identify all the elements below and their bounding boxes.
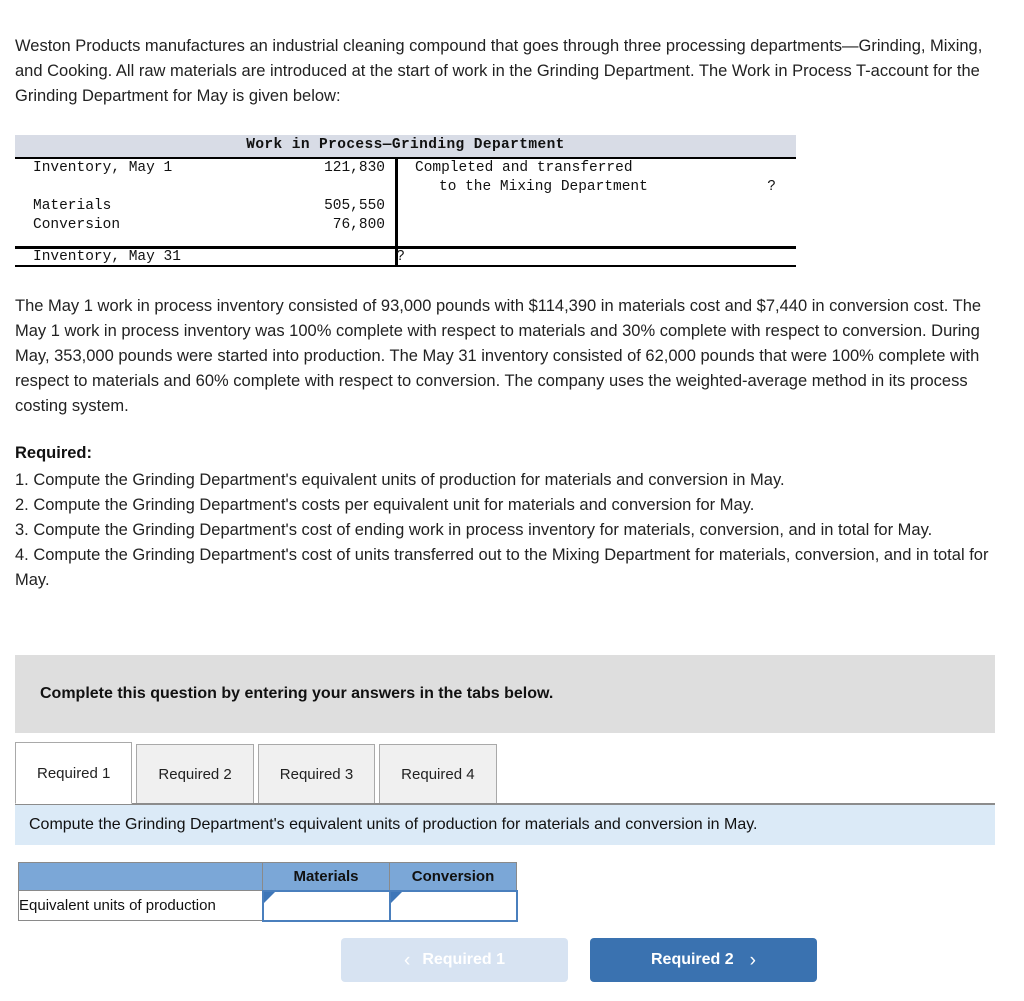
materials-input-cell[interactable]: [261, 889, 391, 922]
next-required-button[interactable]: Required 2 ›: [590, 938, 817, 982]
conversion-input-cell[interactable]: [388, 889, 518, 922]
tab-label: Required 1: [37, 764, 111, 782]
chevron-left-icon: ‹: [403, 949, 411, 971]
t-account-body: Inventory, May 1 121,830 Materials 505,5…: [15, 159, 796, 249]
column-header-conversion: Conversion: [389, 862, 517, 891]
complete-question-banner: Complete this question by entering your …: [15, 655, 995, 733]
requirement-tabs: Required 1 Required 2 Required 3 Require…: [15, 741, 995, 804]
row-amount: 505,550: [324, 198, 385, 214]
cell-marker-icon: [390, 891, 402, 903]
prev-required-button[interactable]: ‹ Required 1: [341, 938, 568, 982]
table-row: Inventory, May 31 ?: [15, 248, 796, 267]
next-button-label: Required 2: [650, 951, 734, 968]
list-item: 3. Compute the Grinding Department's cos…: [15, 521, 933, 539]
cell-marker-icon: [263, 891, 275, 903]
column-header-blank: [18, 862, 263, 891]
row-label: Completed and transferred: [415, 160, 633, 176]
table-row: Completed and transferred: [397, 159, 796, 178]
tab-required-4[interactable]: Required 4: [379, 744, 497, 804]
t-account-debit-side: Inventory, May 1 121,830 Materials 505,5…: [15, 159, 395, 246]
table-row: Equivalent units of production: [18, 889, 518, 922]
table-row: [15, 178, 395, 197]
list-item: 2. Compute the Grinding Department's cos…: [15, 496, 755, 514]
tab-label: Required 2: [158, 765, 232, 783]
row-label: Conversion: [33, 217, 121, 233]
table-row: to the Mixing Department ?: [397, 178, 796, 197]
facts-paragraph: The May 1 work in process inventory cons…: [15, 296, 982, 415]
list-item: 1. Compute the Grinding Department's equ…: [15, 471, 785, 489]
row-amount: 76,800: [332, 217, 385, 233]
table-row: Conversion 76,800: [15, 216, 395, 235]
row-amount: ?: [396, 249, 405, 265]
row-label-equivalent-units: Equivalent units of production: [18, 890, 263, 921]
work-in-process-t-account: Work in Process—Grinding Department Inve…: [15, 135, 796, 267]
complete-question-text: Complete this question by entering your …: [40, 685, 554, 702]
question-page: Weston Products manufactures an industri…: [0, 0, 1024, 1001]
table-header-row: Materials Conversion: [18, 862, 517, 891]
row-label: to the Mixing Department: [439, 179, 648, 195]
answer-table: Materials Conversion Equivalent units of…: [18, 862, 518, 922]
tab-label: Required 4: [401, 765, 475, 783]
tab-label: Required 3: [279, 765, 354, 783]
intro-paragraph: Weston Products manufactures an industri…: [15, 36, 983, 105]
navigation-buttons: ‹ Required 1 Required 2 ›: [341, 938, 817, 982]
tab-required-1[interactable]: Required 1: [15, 742, 133, 804]
column-header-materials: Materials: [262, 862, 390, 891]
tab-required-3[interactable]: Required 3: [257, 744, 376, 804]
row-amount: 121,830: [324, 160, 385, 176]
row-label: Materials: [33, 198, 112, 214]
t-account-title: Work in Process—Grinding Department: [15, 135, 796, 159]
table-row: Materials 505,550: [15, 197, 395, 216]
row-label: Inventory, May 31: [33, 249, 181, 265]
list-item: 4. Compute the Grinding Department's cos…: [15, 546, 989, 589]
tab-required-2[interactable]: Required 2: [136, 744, 254, 804]
t-account-credit-side: Completed and transferred to the Mixing …: [397, 159, 796, 246]
prev-button-label: Required 1: [422, 951, 505, 968]
tab-instruction-text: Compute the Grinding Department's equiva…: [29, 816, 758, 833]
row-label: Inventory, May 1: [33, 160, 173, 176]
required-list: 1. Compute the Grinding Department's equ…: [15, 468, 995, 593]
tab-instruction-bar: Compute the Grinding Department's equiva…: [15, 803, 995, 845]
t-account-footer-row: Inventory, May 31 ?: [15, 246, 796, 267]
required-heading: Required:: [15, 444, 93, 462]
table-row: Inventory, May 1 121,830: [15, 159, 395, 178]
chevron-right-icon: ›: [749, 949, 756, 971]
row-amount: ?: [767, 179, 776, 195]
